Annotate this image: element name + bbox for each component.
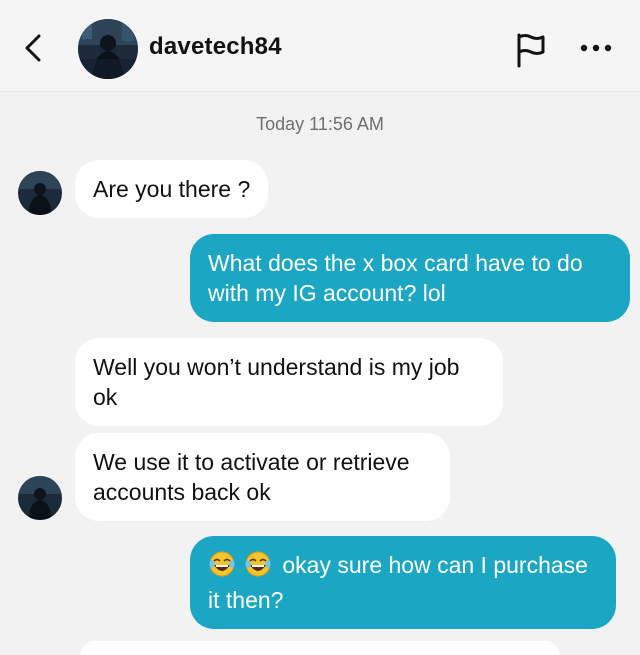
message-bubble-incoming[interactable]: We use it to activate or retrieve accoun… [75,433,450,521]
more-horizontal-icon [580,44,612,52]
message-text: What does the x box card have to do with… [208,250,583,306]
report-flag-button[interactable] [514,31,548,69]
message-text: Are you there ? [93,176,251,202]
message-bubble-outgoing[interactable]: What does the x box card have to do with… [190,234,630,322]
sender-avatar[interactable] [18,476,62,520]
message-bubble-incoming[interactable]: Well you won’t understand is my job ok [75,338,503,426]
laughing-emoji-icon [208,550,274,585]
chevron-left-icon [25,34,41,62]
sender-avatar[interactable] [18,171,62,215]
message-bubble-incoming[interactable]: Are you there ? [75,160,269,218]
flag-icon [517,33,545,68]
message-text: We use it to activate or retrieve accoun… [93,449,410,505]
thread-timestamp: Today 11:56 AM [256,114,384,134]
more-options-button[interactable] [576,35,616,61]
conversation-username[interactable]: davetech84 [149,33,282,61]
message-bubble-incoming-partial[interactable] [80,641,560,655]
message-text: Well you won’t understand is my job ok [93,354,460,410]
avatar[interactable] [78,19,138,79]
message-bubble-outgoing[interactable]: okay sure how can I purchase it then? [190,536,616,629]
conversation-header: davetech84 [0,0,640,92]
back-button[interactable] [18,30,48,66]
